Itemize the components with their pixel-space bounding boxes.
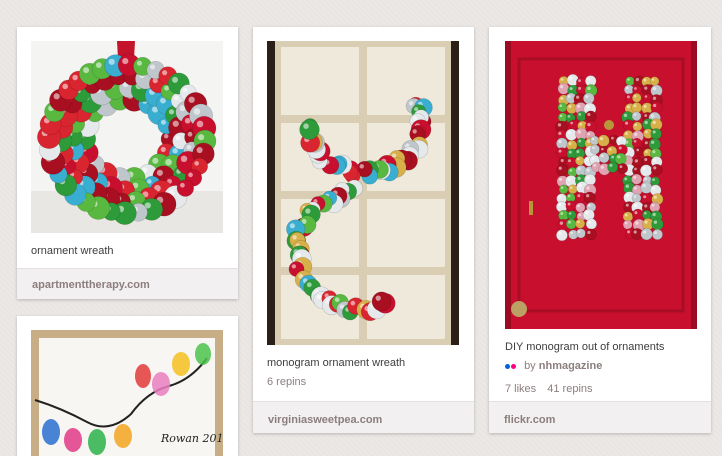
pin-image-diy-monogram[interactable]: [505, 41, 697, 329]
ornament-wreath-photo: [31, 41, 223, 233]
repin-count[interactable]: 6 repins: [267, 376, 306, 388]
pin-card-ornament-wreath[interactable]: ornament wreath apartmenttherapy.com: [17, 27, 238, 299]
pin-card-monogram-wreath[interactable]: monogram ornament wreath 6 repins virgin…: [253, 27, 474, 433]
red-door-photo: [505, 41, 697, 329]
pin-description: DIY monogram out of ornaments: [505, 341, 665, 353]
pin-image-monogram-wreath[interactable]: [267, 41, 459, 345]
source-domain[interactable]: virginiasweetpea.com: [268, 414, 382, 426]
pin-description: monogram ornament wreath: [267, 357, 406, 369]
attribution-by: by: [524, 360, 536, 372]
pin-description: ornament wreath: [31, 245, 114, 257]
source-domain[interactable]: apartmenttherapy.com: [32, 279, 150, 291]
source-domain[interactable]: flickr.com: [504, 414, 555, 426]
fingerprint-lights-photo: Rowan 2011: [31, 330, 223, 456]
pin-card-diy-monogram[interactable]: DIY monogram out of ornaments by nhmagaz…: [489, 27, 711, 433]
repin-count[interactable]: 41 repins: [547, 383, 592, 395]
pin-stats: 7 likes 41 repins: [505, 383, 601, 395]
flickr-icon: [505, 360, 519, 372]
pin-image-fingerprint-lights[interactable]: Rowan 2011: [31, 330, 223, 456]
attribution-user[interactable]: nhmagazine: [539, 360, 603, 372]
pin-source-link[interactable]: apartmenttherapy.com: [17, 268, 238, 299]
pin-source-link[interactable]: flickr.com: [489, 401, 711, 433]
pin-attribution: by nhmagazine: [505, 360, 602, 372]
pin-stats: 6 repins: [267, 376, 314, 388]
like-count[interactable]: 7 likes: [505, 383, 536, 395]
photo-caption: Rowan 2011: [160, 432, 223, 445]
pin-image-ornament-wreath[interactable]: [31, 41, 223, 233]
pin-card-fingerprint-lights[interactable]: Rowan 2011: [17, 316, 238, 456]
monogram-wreath-photo: [267, 41, 459, 345]
pin-source-link[interactable]: virginiasweetpea.com: [253, 401, 474, 433]
